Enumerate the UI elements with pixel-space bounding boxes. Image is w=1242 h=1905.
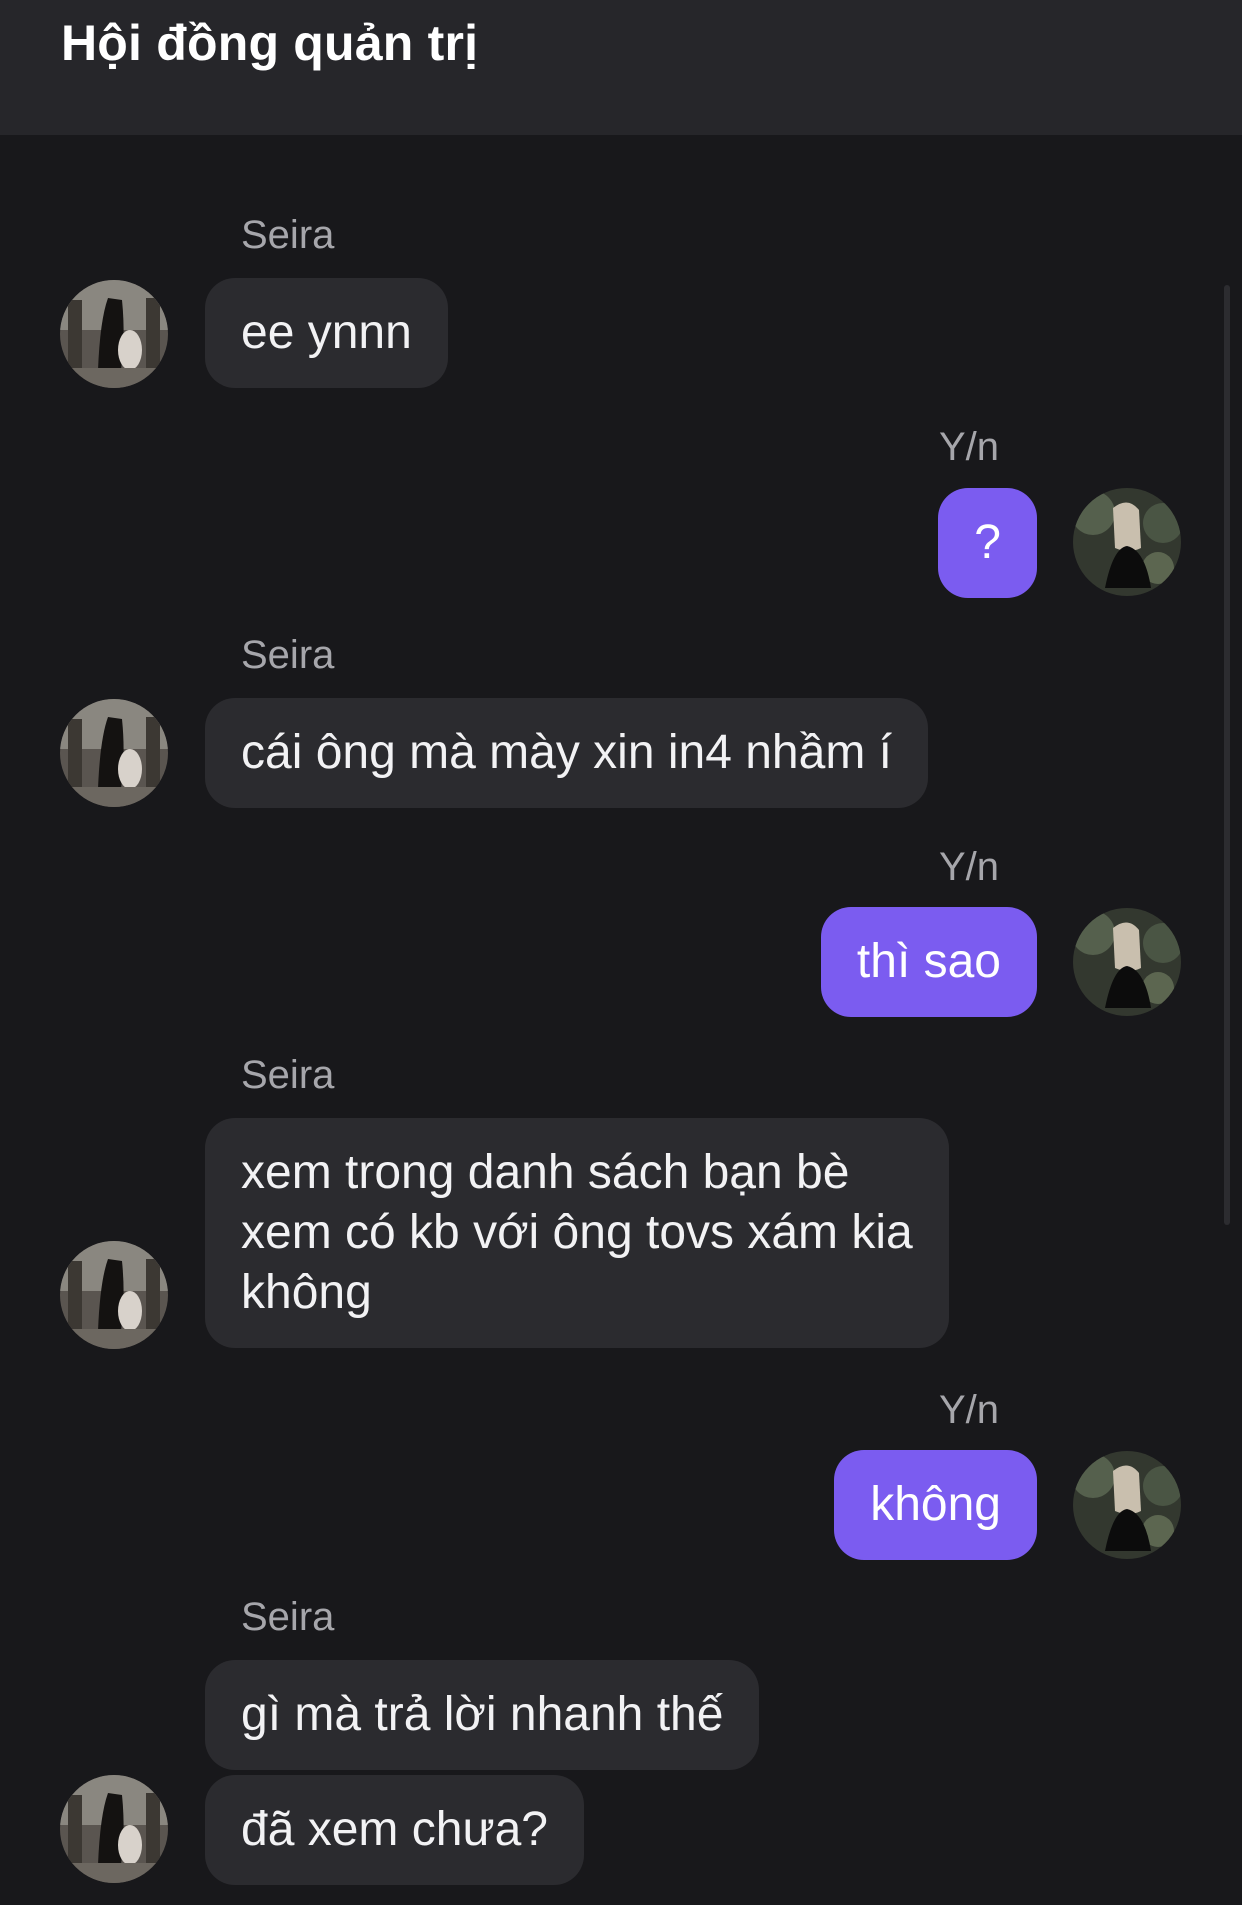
sender-name: Y/n <box>938 1388 999 1432</box>
avatar-yn[interactable] <box>1073 908 1181 1016</box>
sender-name: Y/n <box>938 845 999 889</box>
avatar-yn[interactable] <box>1073 1451 1181 1559</box>
sender-name: Seira <box>241 1053 335 1097</box>
avatar-seira[interactable] <box>60 280 168 388</box>
avatar-seira[interactable] <box>60 699 168 807</box>
message-bubble[interactable]: cái ông mà mày xin in4 nhầm í <box>205 698 928 808</box>
message-bubble[interactable]: gì mà trả lời nhanh thế <box>205 1660 760 1770</box>
avatar-seira[interactable] <box>60 1241 168 1349</box>
group-title: Hội đồng quản trị <box>61 15 479 71</box>
message-bubble[interactable]: ee ynnn <box>205 278 448 388</box>
sender-name: Seira <box>241 1595 335 1639</box>
sender-name: Y/n <box>938 425 999 469</box>
message-bubble[interactable]: xem trong danh sách bạn bè xem có kb với… <box>205 1118 949 1348</box>
avatar-yn[interactable] <box>1073 488 1181 596</box>
message-bubble[interactable]: không <box>834 1450 1037 1560</box>
message-bubble[interactable]: thì sao <box>820 907 1037 1017</box>
message-bubble[interactable]: ? <box>938 488 1037 598</box>
avatar-seira[interactable] <box>60 1775 168 1883</box>
sender-name: Seira <box>241 213 335 257</box>
scrollbar[interactable] <box>1224 285 1230 1225</box>
message-bubble[interactable]: đã xem chưa? <box>205 1775 584 1885</box>
sender-name: Seira <box>241 633 335 677</box>
chat-header: Hội đồng quản trị <box>0 0 1242 135</box>
message-list[interactable]: Seira ee ynnn Y/n ? Seira cái ông mà mày… <box>0 135 1242 1905</box>
